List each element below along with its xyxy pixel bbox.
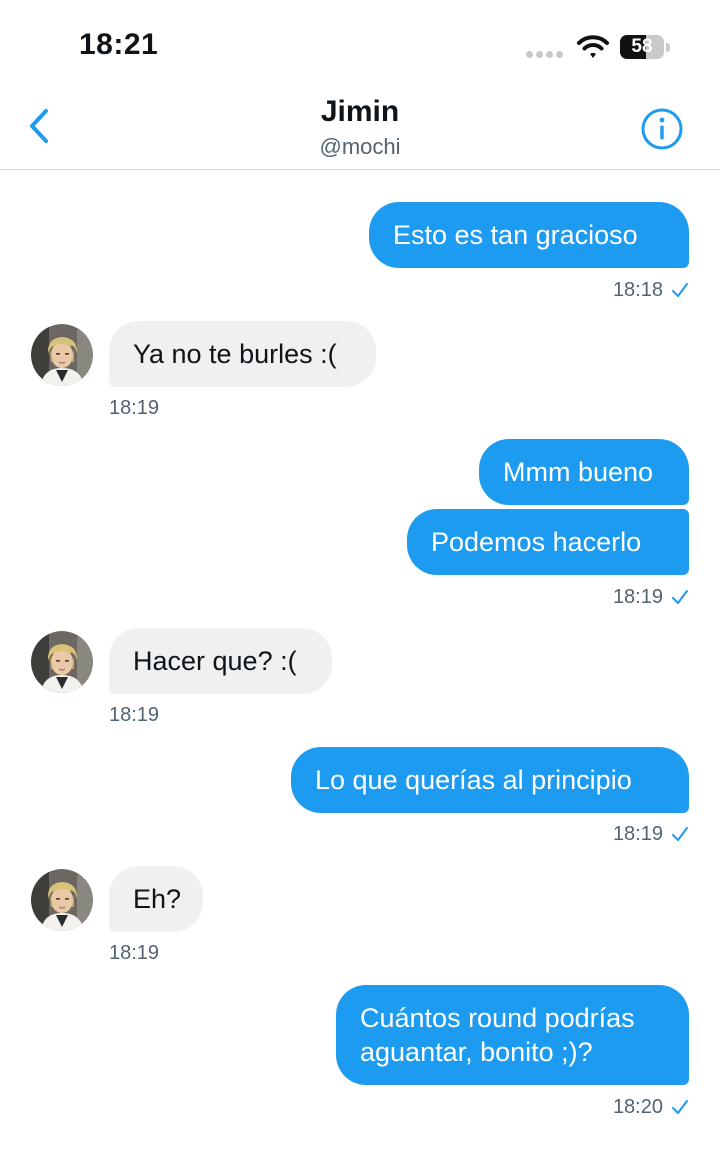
contact-handle: @mochi [319,134,401,159]
message-timestamp: 18:19 [613,822,689,846]
message-text-line: aguantar, bonito ;)? [360,1037,593,1067]
message-bubble-outgoing[interactable]: Podemos hacerlo [407,509,689,575]
timestamp-text: 18:19 [612,586,663,608]
message-bubble-outgoing[interactable]: Cuántos round podrías aguantar, bonito ;… [336,985,689,1085]
battery-level: 58 [631,36,653,57]
avatar[interactable] [31,324,93,386]
message-timestamp: 18:19 [613,585,689,609]
message-text: Ya no te burles :( [133,339,337,369]
message-text: Esto es tan gracioso [393,220,638,250]
message-timestamp: 18:19 [109,941,159,965]
message-text-line: Cuántos round podrías [360,1003,635,1033]
message-bubble-incoming[interactable]: Hacer que? :( [109,628,332,694]
message-bubble-incoming[interactable]: Eh? [109,866,203,932]
info-circle-icon[interactable] [640,107,684,151]
timestamp-text: 18:20 [612,1096,663,1118]
message-text: Hacer que? :( [133,646,297,676]
message-bubble-outgoing[interactable]: Mmm bueno [479,439,689,505]
message-text: Podemos hacerlo [431,527,642,557]
message-bubble-outgoing[interactable]: Esto es tan gracioso [369,202,689,268]
message-bubble-incoming[interactable]: Ya no te burles :( [109,321,376,387]
message-text: Lo que querías al principio [315,765,632,795]
timestamp-text: 18:19 [109,942,160,964]
message-text: Eh? [133,884,182,914]
message-bubble-outgoing[interactable]: Lo que querías al principio [291,747,689,813]
status-bar: 18:21 58 [0,0,720,90]
contact-name[interactable]: Jimin [0,95,720,129]
timestamp-text: 18:19 [109,397,160,419]
status-time: 18:21 [79,28,159,61]
cellular-signal-icon [526,51,564,59]
conversation-header: Jimin @mochi [0,90,720,170]
checkmark-icon [672,1100,688,1114]
checkmark-icon [672,283,688,297]
message-timestamp: 18:19 [109,703,159,727]
wifi-icon [577,35,609,58]
checkmark-icon [672,590,688,604]
message-timestamp: 18:20 [613,1095,689,1119]
message-timestamp: 18:19 [109,396,159,420]
avatar[interactable] [31,631,93,693]
battery-icon: 58 [620,35,670,61]
checkmark-icon [672,827,688,841]
timestamp-text: 18:19 [612,823,663,845]
message-text: Mmm bueno [503,457,654,487]
avatar[interactable] [31,869,93,931]
message-timestamp: 18:18 [613,278,689,302]
timestamp-text: 18:18 [612,279,663,301]
timestamp-text: 18:19 [109,704,160,726]
